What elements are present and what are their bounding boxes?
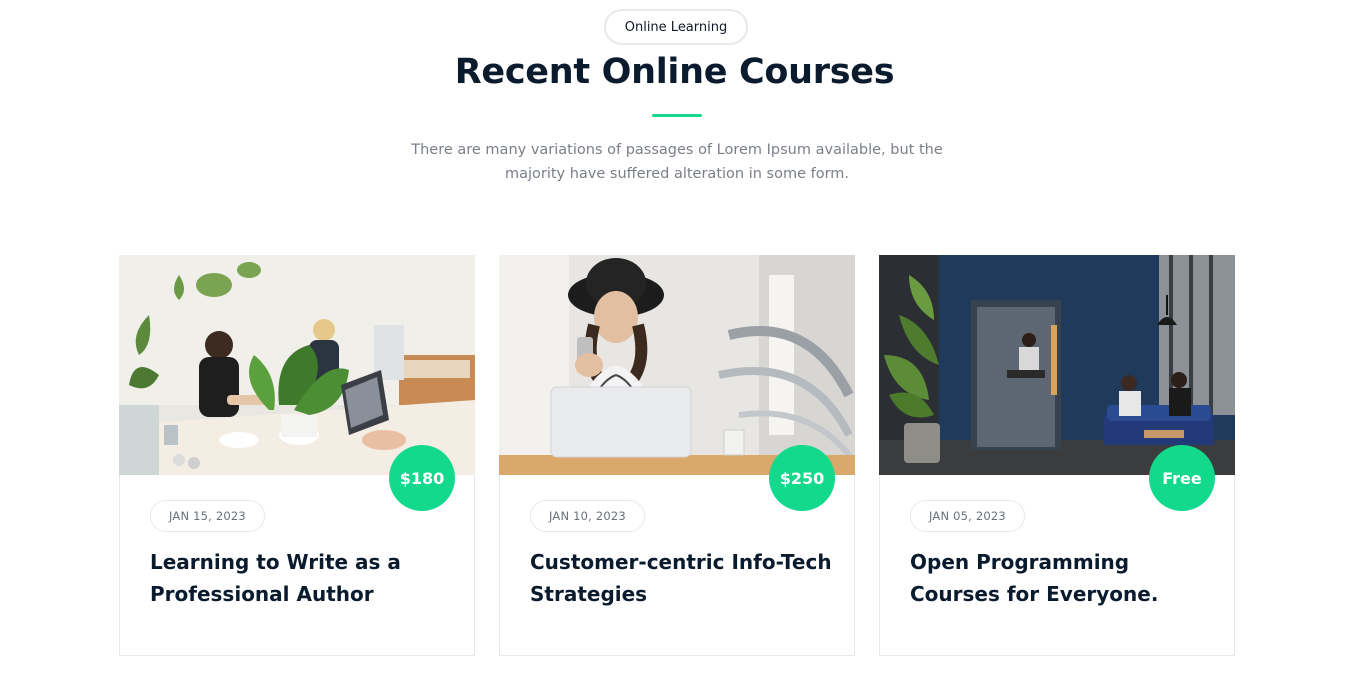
course-image[interactable] bbox=[879, 255, 1235, 475]
course-image[interactable] bbox=[499, 255, 855, 475]
title-underline bbox=[652, 114, 702, 117]
course-image[interactable] bbox=[119, 255, 475, 475]
woman-with-phone-laptop-photo bbox=[499, 255, 855, 475]
recent-courses-section: Online Learning Recent Online Courses Th… bbox=[0, 0, 1349, 682]
price-badge: $180 bbox=[389, 445, 455, 511]
course-title[interactable]: Learning to Write as a Professional Auth… bbox=[150, 546, 460, 610]
coworking-office-photo bbox=[119, 255, 475, 475]
course-title[interactable]: Open Programming Courses for Everyone. bbox=[910, 546, 1220, 610]
office-lounge-photo bbox=[879, 255, 1235, 475]
section-title: Recent Online Courses bbox=[454, 52, 895, 92]
course-title[interactable]: Customer-centric Info-Tech Strategies bbox=[530, 546, 840, 610]
date-badge: JAN 05, 2023 bbox=[910, 500, 1025, 532]
section-eyebrow-tag: Online Learning bbox=[604, 9, 748, 45]
price-badge: $250 bbox=[769, 445, 835, 511]
date-badge: JAN 10, 2023 bbox=[530, 500, 645, 532]
course-card[interactable]: $180 JAN 15, 2023 Learning to Write as a… bbox=[119, 255, 475, 656]
course-card[interactable]: Free JAN 05, 2023 Open Programming Cours… bbox=[879, 255, 1235, 656]
section-subtitle: There are many variations of passages of… bbox=[411, 142, 943, 182]
date-badge: JAN 15, 2023 bbox=[150, 500, 265, 532]
course-card[interactable]: $250 JAN 10, 2023 Customer-centric Info-… bbox=[499, 255, 855, 656]
price-badge: Free bbox=[1149, 445, 1215, 511]
